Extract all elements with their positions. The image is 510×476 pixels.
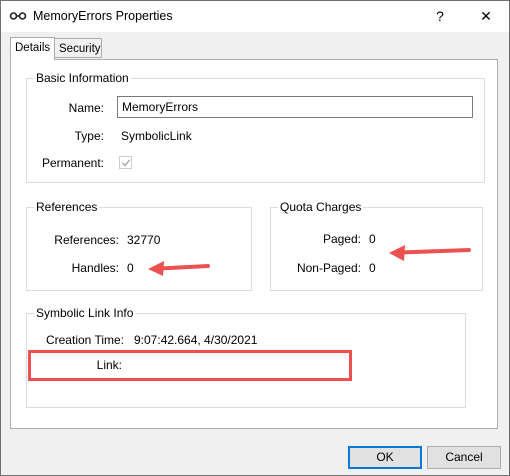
paged-arrow-annotation <box>389 245 471 261</box>
references-group: References <box>26 200 252 291</box>
type-label: Type: <box>74 129 104 143</box>
handles-label: Handles: <box>71 261 119 275</box>
name-field[interactable] <box>117 96 473 118</box>
permanent-label: Permanent: <box>41 156 104 170</box>
references-label: References: <box>54 233 119 247</box>
name-label: Name: <box>68 101 104 115</box>
basic-information-title: Basic Information <box>34 71 131 85</box>
tab-security[interactable]: Security <box>55 38 102 58</box>
tab-details[interactable]: Details <box>10 37 55 60</box>
window-title: MemoryErrors Properties <box>33 9 173 23</box>
nonpaged-value: 0 <box>369 261 376 275</box>
checkmark-icon <box>122 159 131 167</box>
paged-label: Paged: <box>322 232 361 246</box>
symbolic-link-info-title: Symbolic Link Info <box>34 306 136 320</box>
quota-charges-title: Quota Charges <box>278 200 364 214</box>
handles-value: 0 <box>127 261 134 275</box>
references-value: 32770 <box>127 233 161 247</box>
cancel-button[interactable]: Cancel <box>427 446 501 469</box>
paged-value: 0 <box>369 232 376 246</box>
handles-arrow-annotation <box>148 261 210 276</box>
symbolic-link-icon <box>9 10 27 22</box>
link-highlight-annotation <box>28 350 352 381</box>
references-title: References <box>34 200 100 214</box>
help-button[interactable]: ? <box>417 1 463 32</box>
creation-time-value: 9:07:42.664, 4/30/2021 <box>134 333 258 347</box>
type-value: SymbolicLink <box>121 129 192 143</box>
ok-button[interactable]: OK <box>348 446 422 469</box>
nonpaged-label: Non-Paged: <box>296 261 361 275</box>
title-bar: MemoryErrors Properties ? ✕ <box>1 1 509 32</box>
permanent-checkbox[interactable] <box>119 156 132 169</box>
creation-time-label: Creation Time: <box>45 333 124 347</box>
close-button[interactable]: ✕ <box>463 1 509 32</box>
